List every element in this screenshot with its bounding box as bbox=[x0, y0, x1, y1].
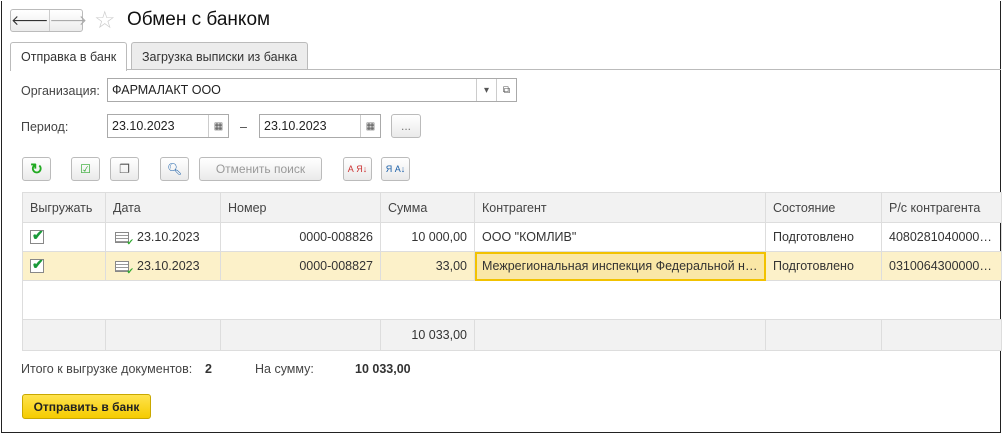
unselect-all-button[interactable]: ❐ bbox=[110, 157, 139, 181]
row-sum: 10 000,00 bbox=[380, 222, 475, 252]
table-row[interactable]: 23.10.2023 0000-008826 10 000,00 ООО "КО… bbox=[22, 222, 1002, 252]
period-select-button[interactable]: ... bbox=[391, 114, 421, 138]
col-sum[interactable]: Сумма bbox=[380, 192, 475, 223]
forward-button[interactable]: 🡒 bbox=[50, 10, 88, 31]
row-date: 23.10.2023 bbox=[137, 259, 200, 273]
export-checkbox[interactable] bbox=[30, 256, 44, 274]
document-posted-icon bbox=[115, 261, 134, 277]
col-counterparty[interactable]: Контрагент bbox=[474, 192, 766, 223]
sort-ascending-button[interactable]: А Я ↓ bbox=[343, 157, 372, 181]
row-sum: 33,00 bbox=[380, 251, 475, 281]
row-counterparty: ООО "КОМЛИВ" bbox=[474, 222, 766, 252]
table-header: Выгружать Дата Номер Сумма Контрагент Со… bbox=[22, 192, 1002, 223]
organization-field[interactable]: ФАРМАЛАКТ ООО ▾ ⧉ bbox=[107, 78, 517, 102]
row-account: 0310064300000001 bbox=[881, 251, 1002, 281]
tab-divider bbox=[10, 69, 1001, 70]
search-icon: 🔍︎ bbox=[166, 162, 183, 176]
row-account: 4080281040000000 bbox=[881, 222, 1002, 252]
nav-buttons: 🡐 🡒 bbox=[10, 9, 87, 32]
page-title: Обмен с банком bbox=[127, 9, 271, 30]
date-to-field[interactable]: 23.10.2023 ▦ bbox=[259, 114, 381, 138]
refresh-icon: ↻ bbox=[30, 161, 43, 178]
empty-area bbox=[22, 280, 1002, 320]
sort-asc-icon: А Я bbox=[347, 164, 363, 174]
sort-descending-button[interactable]: Я А ↓ bbox=[381, 157, 410, 181]
documents-table: Выгружать Дата Номер Сумма Контрагент Со… bbox=[22, 192, 1002, 351]
row-counterparty[interactable]: Межрегиональная инспекция Федеральной на… bbox=[474, 251, 766, 281]
tab-load-statement[interactable]: Загрузка выписки из банка bbox=[131, 42, 309, 70]
sum-value: 10 033,00 bbox=[355, 362, 411, 376]
sum-label: На сумму: bbox=[255, 362, 314, 376]
table-row-selected[interactable]: 23.10.2023 0000-008827 33,00 Межрегионал… bbox=[22, 251, 1002, 281]
open-icon[interactable]: ⧉ bbox=[496, 79, 516, 101]
col-export[interactable]: Выгружать bbox=[22, 192, 106, 223]
document-posted-icon bbox=[115, 232, 134, 248]
dropdown-chevron-icon[interactable]: ▾ bbox=[476, 79, 496, 101]
calendar-icon[interactable]: ▦ bbox=[360, 115, 380, 137]
favorite-star-icon[interactable]: ☆ bbox=[94, 6, 116, 35]
organization-value: ФАРМАЛАКТ ООО bbox=[112, 83, 221, 97]
export-checkbox[interactable] bbox=[30, 227, 44, 245]
row-date: 23.10.2023 bbox=[137, 230, 200, 244]
organization-label: Организация: bbox=[21, 84, 100, 98]
search-button[interactable]: 🔍︎ bbox=[160, 157, 189, 181]
count-value: 2 bbox=[205, 362, 212, 376]
tab-send-to-bank[interactable]: Отправка в банк bbox=[10, 42, 128, 71]
period-dash: – bbox=[240, 120, 247, 134]
row-status: Подготовлено bbox=[765, 251, 882, 281]
select-all-button[interactable]: ☑ bbox=[71, 157, 100, 181]
count-label: Итого к выгрузке документов: bbox=[21, 362, 193, 376]
calendar-icon[interactable]: ▦ bbox=[208, 115, 228, 137]
col-status[interactable]: Состояние bbox=[765, 192, 882, 223]
date-from-value: 23.10.2023 bbox=[112, 119, 175, 133]
col-account[interactable]: Р/с контрагента bbox=[881, 192, 1002, 223]
cancel-search-button[interactable]: Отменить поиск bbox=[199, 157, 322, 181]
row-number: 0000-008827 bbox=[220, 251, 381, 281]
back-button[interactable]: 🡐 bbox=[11, 10, 50, 31]
date-to-value: 23.10.2023 bbox=[264, 119, 327, 133]
check-all-icon: ☑ bbox=[80, 162, 91, 176]
sort-desc-icon: Я А bbox=[385, 164, 401, 174]
send-to-bank-button[interactable]: Отправить в банк bbox=[22, 394, 151, 419]
refresh-button[interactable]: ↻ bbox=[22, 157, 51, 181]
total-sum: 10 033,00 bbox=[380, 319, 475, 351]
col-number[interactable]: Номер bbox=[220, 192, 381, 223]
date-from-field[interactable]: 23.10.2023 ▦ bbox=[107, 114, 229, 138]
col-date[interactable]: Дата bbox=[105, 192, 221, 223]
row-number: 0000-008826 bbox=[220, 222, 381, 252]
table-footer: 10 033,00 bbox=[22, 319, 1002, 351]
copy-icon: ❐ bbox=[119, 162, 130, 176]
period-label: Период: bbox=[21, 120, 69, 134]
row-status: Подготовлено bbox=[765, 222, 882, 252]
